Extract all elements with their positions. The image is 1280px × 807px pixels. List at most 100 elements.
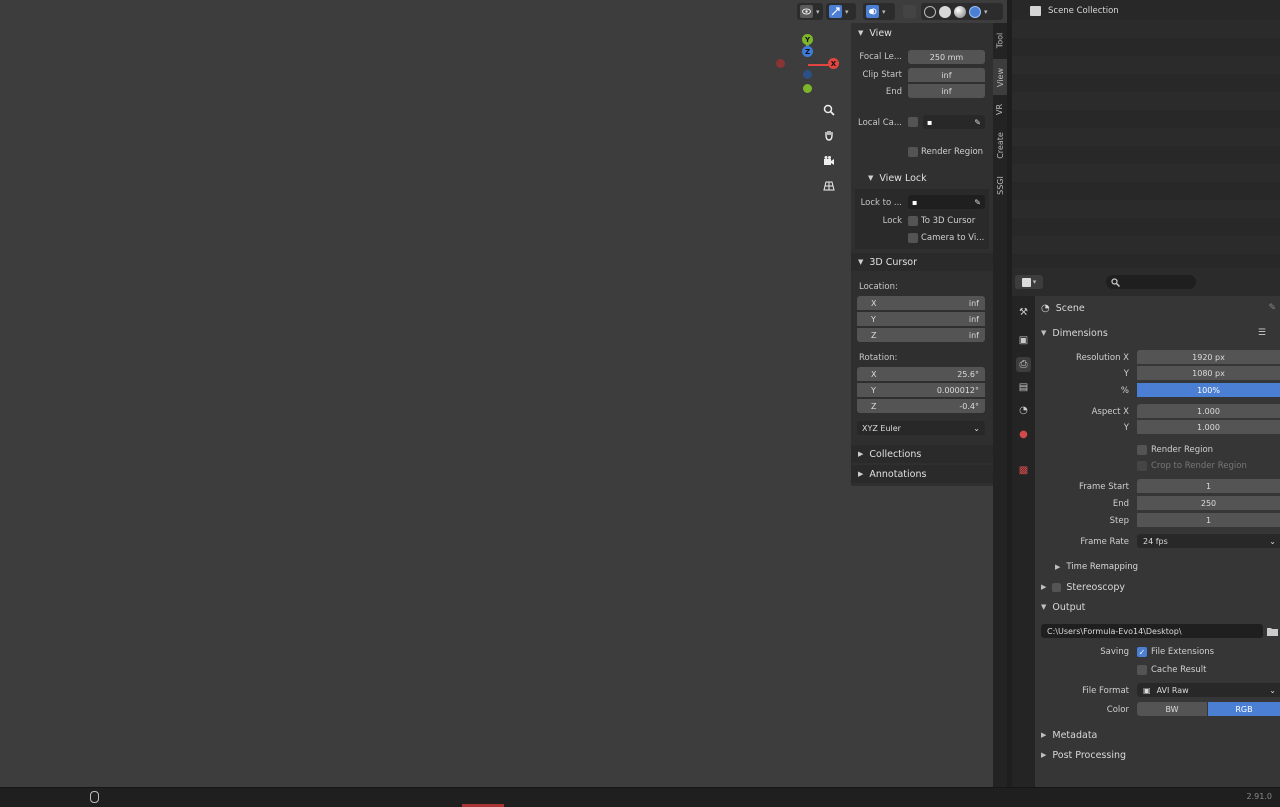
post-processing-section-header[interactable]: ▶ Post Processing [1035, 746, 1280, 764]
rotation-mode-dropdown[interactable]: XYZ Euler ⌄ [857, 421, 985, 435]
x-label: X [871, 369, 877, 379]
properties-search-input[interactable] [1106, 275, 1196, 289]
render-region-label: Render Region [921, 147, 984, 157]
resolution-percent-field[interactable]: 100% [1137, 383, 1280, 397]
folder-icon[interactable] [1266, 625, 1279, 637]
neg-x-axis-handle[interactable] [776, 59, 785, 68]
output-path-field[interactable]: C:\Users\Formula-Evo14\Desktop\ [1041, 624, 1263, 638]
time-remapping-section-header[interactable]: ▶ Time Remapping [1049, 558, 1280, 576]
x-axis-handle[interactable]: X [828, 58, 839, 69]
color-bw-toggle[interactable]: BW [1137, 702, 1207, 716]
render-region-checkbox[interactable] [908, 147, 918, 157]
3d-cursor-section-header[interactable]: ▼ 3D Cursor [851, 253, 993, 271]
crop-to-render-region-checkbox[interactable] [1137, 461, 1147, 471]
frame-step-field[interactable]: 1 [1137, 513, 1280, 527]
texture-properties-icon[interactable]: ▩ [1016, 463, 1031, 478]
view-object-types-menu[interactable]: ▾ [797, 3, 823, 20]
file-extensions-checkbox[interactable]: ✓ [1137, 647, 1147, 657]
frame-rate-dropdown[interactable]: 24 fps ⌄ [1137, 534, 1280, 548]
editor-type-menu[interactable]: ▾ [1015, 275, 1043, 289]
camera-view-icon[interactable] [819, 151, 839, 171]
navigation-gizmo[interactable]: X Y Z [770, 28, 850, 103]
cache-result-checkbox[interactable] [1137, 665, 1147, 675]
frame-end-label: End [1112, 499, 1129, 509]
output-title: Output [1052, 601, 1086, 613]
dimensions-section-header[interactable]: ▼ Dimensions ☰ [1035, 324, 1280, 342]
gizmo-toggle-menu[interactable]: ▾ [826, 3, 856, 20]
tab-create[interactable]: Create [993, 123, 1007, 167]
annotations-section-header[interactable]: ▶ Annotations [851, 465, 993, 483]
clip-start-field[interactable]: inf [908, 68, 985, 82]
expand-triangle-icon: ▼ [1041, 329, 1047, 337]
color-mode-label: Color [1106, 705, 1129, 715]
file-format-dropdown[interactable]: ▣ AVI Raw ⌄ [1137, 683, 1280, 697]
eyedropper-icon[interactable]: ✎ [974, 198, 981, 207]
local-camera-picker[interactable]: ▪ ✎ [923, 115, 985, 129]
clip-end-field[interactable]: inf [908, 84, 985, 98]
chevron-down-icon: ⌄ [973, 423, 980, 433]
frame-start-field[interactable]: 1 [1137, 479, 1280, 493]
lock-to-3d-cursor-checkbox[interactable] [908, 216, 918, 226]
saving-label: Saving [1100, 647, 1129, 657]
y-axis-handle[interactable]: Y [802, 34, 813, 45]
outliner-scene-collection-row[interactable]: Scene Collection [1012, 2, 1280, 20]
color-rgb-toggle[interactable]: RGB [1208, 702, 1280, 716]
focal-length-field[interactable]: 250 mm [908, 50, 985, 64]
resolution-y-field[interactable]: 1080 px [1137, 366, 1280, 380]
tool-properties-icon[interactable]: ⚒ [1016, 305, 1031, 320]
lock-camera-to-view-checkbox[interactable] [908, 233, 918, 243]
neg-z-axis-handle[interactable] [803, 70, 812, 79]
material-shading-icon[interactable] [954, 5, 966, 18]
chevron-down-icon: ▾ [984, 7, 988, 16]
x-value: inf [968, 298, 979, 308]
collections-section-header[interactable]: ▶ Collections [851, 445, 993, 463]
render-region-checkbox[interactable] [1137, 445, 1147, 455]
outliner-empty-row [1012, 236, 1280, 254]
tab-vr[interactable]: VR [993, 97, 1007, 121]
rendered-shading-icon[interactable] [969, 5, 981, 18]
metadata-section-header[interactable]: ▶ Metadata [1035, 726, 1280, 744]
search-icon [1111, 277, 1120, 287]
cursor-location-x-field[interactable]: Xinf [857, 296, 985, 310]
aspect-x-field[interactable]: 1.000 [1137, 404, 1280, 418]
tab-view[interactable]: View [993, 59, 1007, 95]
cursor-location-z-field[interactable]: Zinf [857, 328, 985, 342]
z-axis-label: Z [804, 47, 811, 56]
frame-end-field[interactable]: 250 [1137, 496, 1280, 510]
3d-viewport[interactable] [0, 0, 993, 787]
view-section-header[interactable]: ▼ View [851, 24, 993, 42]
render-properties-icon[interactable]: ▣ [1016, 333, 1031, 348]
resolution-percent-label: % [1120, 386, 1129, 396]
resolution-x-field[interactable]: 1920 px [1137, 350, 1280, 364]
cursor-location-y-field[interactable]: Yinf [857, 312, 985, 326]
solid-shading-icon[interactable] [939, 5, 951, 18]
presets-list-icon[interactable]: ☰ [1258, 328, 1266, 338]
resolution-y-label: Y [1123, 369, 1129, 379]
aspect-y-field[interactable]: 1.000 [1137, 420, 1280, 434]
zoom-icon[interactable] [819, 100, 839, 120]
eyedropper-icon[interactable]: ✎ [974, 118, 981, 127]
collapsed-triangle-icon: ▶ [858, 470, 864, 478]
perspective-grid-icon[interactable] [819, 176, 839, 196]
xray-toggle[interactable] [900, 3, 920, 20]
lock-to-object-picker[interactable]: ▪ ✎ [908, 195, 985, 209]
shading-modes[interactable]: ▾ [921, 3, 1003, 20]
output-section-header[interactable]: ▼ Output [1035, 598, 1280, 616]
neg-y-axis-handle[interactable] [803, 84, 812, 93]
stereoscopy-section-header[interactable]: ▶ Stereoscopy [1035, 578, 1280, 596]
cursor-rotation-z-field[interactable]: Z -0.4° [857, 399, 985, 413]
pin-icon[interactable]: ✎ [1268, 303, 1276, 313]
pan-hand-icon[interactable] [819, 125, 839, 145]
cursor-rotation-y-field[interactable]: Y 0.000012° [857, 383, 985, 397]
expand-triangle-icon: ▼ [868, 174, 874, 182]
tab-ssgi[interactable]: SSGI [993, 169, 1007, 201]
local-camera-checkbox[interactable] [908, 117, 918, 127]
z-axis-handle[interactable]: Z [802, 46, 813, 57]
stereoscopy-checkbox[interactable] [1052, 582, 1062, 592]
wireframe-shading-icon[interactable] [924, 5, 936, 18]
render-region-label: Render Region [1151, 445, 1214, 455]
overlays-menu[interactable]: ▾ [863, 3, 895, 20]
cursor-rotation-x-field[interactable]: X 25.6° [857, 367, 985, 381]
view-lock-section-header[interactable]: ▼ View Lock [861, 169, 993, 187]
tab-tool[interactable]: Tool [993, 23, 1007, 57]
